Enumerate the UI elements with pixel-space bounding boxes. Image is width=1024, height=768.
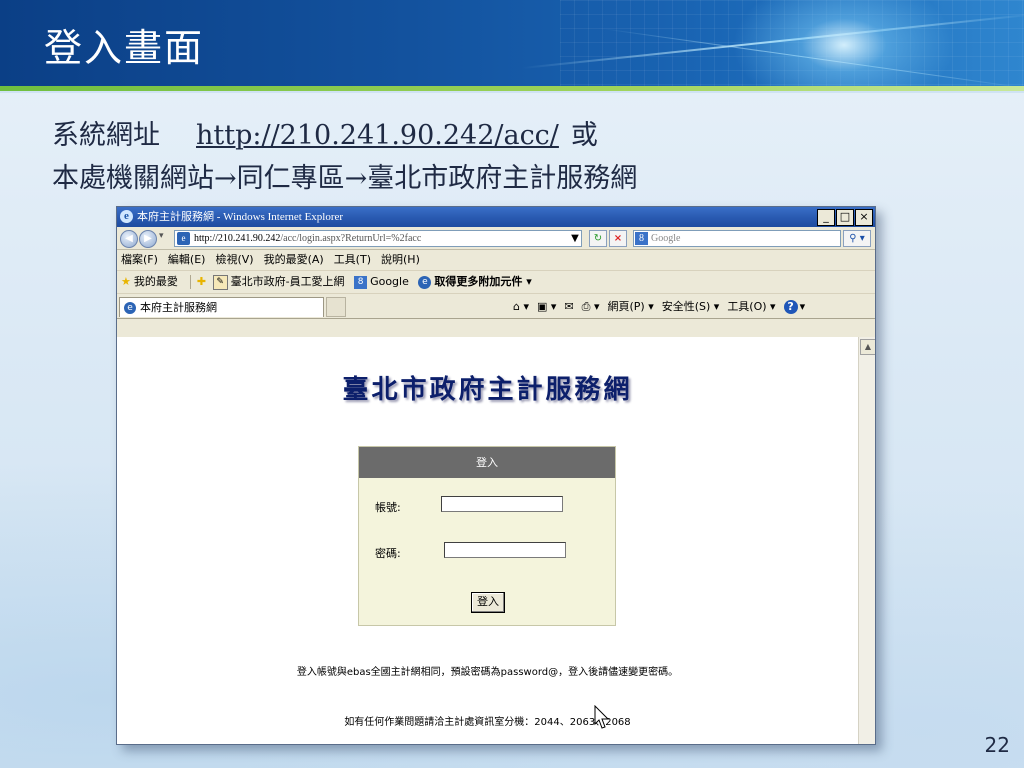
system-url-line: 系統網址 http://210.241.90.242/acc/或 <box>52 113 598 152</box>
tab-ie-icon: e <box>124 302 136 314</box>
address-bar-row: ◀ ▶ ▾ e http://210.241.90.242/acc/login.a… <box>117 227 875 250</box>
favorites-bar: ★ 我的最愛 ✚ ✎ 臺北市政府-員工愛上網 8 Google e 取得更多附加元件 ▾ <box>117 271 875 294</box>
tools-menu[interactable]: 工具(O) ▾ <box>727 300 775 313</box>
account-input[interactable] <box>441 496 563 512</box>
favorite-link-taipei[interactable]: 臺北市政府-員工愛上網 <box>231 275 345 288</box>
mouse-cursor-icon <box>594 705 610 729</box>
account-label: 帳號: <box>375 501 401 514</box>
scroll-up-icon[interactable]: ▲ <box>860 339 875 355</box>
search-input[interactable]: 8 Google <box>633 230 841 247</box>
forward-button[interactable]: ▶ <box>139 230 157 248</box>
menu-view[interactable]: 檢視(V) <box>215 253 253 266</box>
add-favorite-icon[interactable]: ✚ <box>197 275 206 288</box>
safety-menu[interactable]: 安全性(S) ▾ <box>662 300 720 313</box>
slide-page-number: 22 <box>984 733 1010 757</box>
new-tab-button[interactable] <box>326 297 346 317</box>
address-input[interactable]: e http://210.241.90.242/acc/login.aspx?Re… <box>174 230 582 247</box>
favorites-star-icon: ★ <box>121 275 131 288</box>
favorites-button[interactable]: 我的最愛 <box>134 275 178 288</box>
refresh-icon[interactable]: ↻ <box>589 230 607 247</box>
page-menu[interactable]: 網頁(P) ▾ <box>607 300 653 313</box>
login-panel: 登入 帳號: 密碼: 登入 <box>358 446 616 626</box>
mail-icon[interactable]: ✉ <box>564 300 573 313</box>
help-icon[interactable]: ? ▾ <box>783 300 805 314</box>
home-icon[interactable]: ⌂ ▾ <box>513 300 529 313</box>
password-label: 密碼: <box>375 547 401 560</box>
system-url-link[interactable]: http://210.241.90.242/acc/ <box>196 120 559 151</box>
menu-favorites[interactable]: 我的最愛(A) <box>264 253 324 266</box>
tab-bar: e 本府主計服務網 ⌂ ▾ ▣ ▾ ✉ ⎙ ▾ 網頁(P) ▾ 安全性(S) ▾ 工具(O) … <box>117 294 875 319</box>
menu-bar: 檔案(F) 編輯(E) 檢視(V) 我的最愛(A) 工具(T) 說明(H) <box>117 250 875 271</box>
login-header: 登入 <box>359 447 615 478</box>
taipei-site-icon: ✎ <box>212 274 228 290</box>
menu-edit[interactable]: 編輯(E) <box>168 253 206 266</box>
navigation-path-line: 本處機關網站→同仁專區→臺北市政府主計服務網 <box>52 163 638 194</box>
ie-logo-icon: e <box>120 210 133 223</box>
history-dropdown-icon[interactable]: ▾ <box>159 231 164 241</box>
tab-accounting-site[interactable]: e 本府主計服務網 <box>119 297 324 317</box>
page-viewport: 臺北市政府主計服務網 登入 帳號: 密碼: 登入 登入帳號與ebas全國主計網相… <box>117 337 858 744</box>
ie-addon-icon: e <box>418 275 432 289</box>
slide-title: 登入畫面 <box>44 26 205 70</box>
close-button[interactable]: × <box>855 209 873 226</box>
login-button[interactable]: 登入 <box>471 592 505 613</box>
print-icon[interactable]: ⎙ ▾ <box>582 300 600 313</box>
page-heading: 臺北市政府主計服務網 <box>342 375 633 405</box>
menu-tools[interactable]: 工具(T) <box>334 253 371 266</box>
favorite-link-google[interactable]: Google <box>370 275 409 288</box>
menu-help[interactable]: 說明(H) <box>381 253 420 266</box>
contact-note: 如有任何作業問題請洽主計處資訊室分機：2044、2063、2068 <box>344 717 631 728</box>
stop-icon[interactable]: × <box>609 230 627 247</box>
browser-window: e 本府主計服務網 - Windows Internet Explorer _ … <box>116 206 876 745</box>
vertical-scrollbar[interactable]: ▲ <box>858 337 875 744</box>
google-icon: 8 <box>354 275 368 289</box>
login-note: 登入帳號與ebas全國主計網相同，預設密碼為password@，登入後請儘速變更… <box>296 667 679 678</box>
maximize-button[interactable]: □ <box>836 209 854 226</box>
password-input[interactable] <box>444 542 566 558</box>
search-button[interactable]: ⚲ ▾ <box>843 230 871 247</box>
google-search-icon: 8 <box>635 232 648 245</box>
window-title: 本府主計服務網 - Windows Internet Explorer <box>137 211 344 223</box>
address-dropdown-icon[interactable]: ▼ <box>569 231 581 244</box>
get-addons-link[interactable]: 取得更多附加元件 ▾ <box>434 275 531 288</box>
back-button[interactable]: ◀ <box>120 230 138 248</box>
feeds-icon[interactable]: ▣ ▾ <box>537 300 556 313</box>
menu-file[interactable]: 檔案(F) <box>121 253 158 266</box>
system-url-label: 系統網址 <box>52 120 160 151</box>
page-favicon-icon: e <box>177 232 190 245</box>
browser-titlebar[interactable]: e 本府主計服務網 - Windows Internet Explorer _ … <box>117 207 875 227</box>
system-url-suffix: 或 <box>570 120 598 151</box>
minimize-button[interactable]: _ <box>817 209 835 226</box>
command-bar: ⌂ ▾ ▣ ▾ ✉ ⎙ ▾ 網頁(P) ▾ 安全性(S) ▾ 工具(O) ▾ ? ▾ <box>513 297 813 317</box>
